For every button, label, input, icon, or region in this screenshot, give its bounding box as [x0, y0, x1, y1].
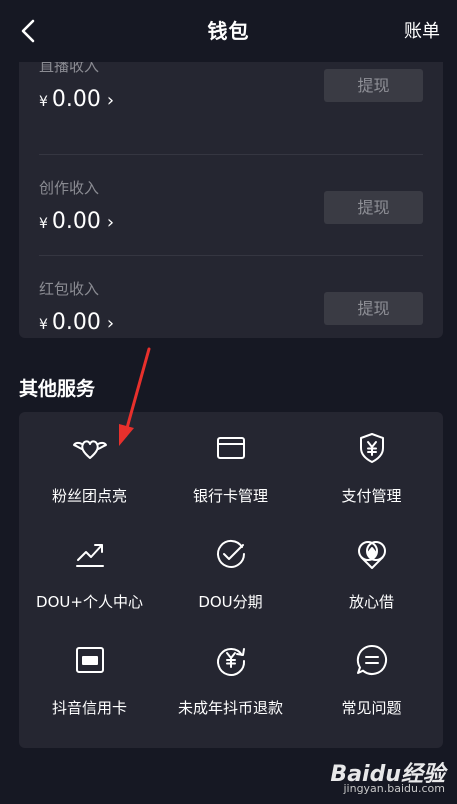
- check-circle-icon: [213, 536, 249, 572]
- service-loan[interactable]: 放心借: [301, 518, 442, 624]
- diamond-circles-icon: [354, 536, 390, 572]
- service-label: DOU分期: [198, 593, 263, 611]
- page-title: 钱包: [207, 19, 250, 43]
- amount-value: 0.00: [51, 209, 101, 234]
- amount-value: 0.00: [51, 310, 101, 335]
- income-label: 红包收入: [39, 280, 100, 298]
- currency-symbol: ¥: [39, 216, 48, 232]
- amount-value: 0.00: [51, 87, 101, 112]
- service-dou-plus[interactable]: DOU+个人中心: [19, 518, 160, 624]
- bank-card-icon: [213, 430, 249, 466]
- income-row-creation: 创作收入 ¥ 0.00 › 提现: [39, 154, 423, 255]
- withdraw-button[interactable]: 提现: [324, 191, 423, 224]
- chevron-right-icon: ›: [106, 90, 115, 111]
- service-label: DOU+个人中心: [36, 593, 143, 611]
- service-label: 常见问题: [341, 699, 402, 717]
- trend-up-icon: [72, 536, 108, 572]
- service-minor-refund[interactable]: 未成年抖币退款: [160, 624, 301, 730]
- watermark-url: jingyan.baidu.com: [343, 782, 445, 795]
- credit-card-icon: [72, 642, 108, 678]
- income-row-red-packet: 红包收入 ¥ 0.00 › 提现: [39, 255, 423, 338]
- bill-link[interactable]: 账单: [404, 17, 440, 43]
- top-bar: 钱包 账单: [0, 0, 457, 62]
- service-payment[interactable]: 支付管理: [301, 412, 442, 518]
- service-label: 支付管理: [341, 487, 402, 505]
- baidu-watermark: Baidu经验 jingyan.baidu.com: [321, 756, 445, 800]
- service-label: 银行卡管理: [192, 487, 268, 505]
- income-row-live: 直播收入 ¥ 0.00 › 提现: [39, 53, 423, 153]
- service-label: 抖音信用卡: [51, 699, 127, 717]
- section-title: 其他服务: [19, 378, 96, 400]
- yuan-refresh-icon: [213, 642, 249, 678]
- yuan-shield-icon: [354, 430, 390, 466]
- currency-symbol: ¥: [39, 317, 48, 333]
- heart-wings-icon: [72, 430, 108, 466]
- income-amount-link[interactable]: ¥ 0.00 ›: [39, 209, 114, 234]
- withdraw-button[interactable]: 提现: [324, 292, 423, 325]
- service-label: 放心借: [348, 593, 394, 611]
- withdraw-button[interactable]: 提现: [324, 69, 423, 102]
- service-label: 未成年抖币退款: [177, 699, 283, 717]
- service-fan-club[interactable]: 粉丝团点亮: [19, 412, 160, 518]
- service-dou-installment[interactable]: DOU分期: [160, 518, 301, 624]
- chevron-right-icon: ›: [106, 212, 115, 233]
- income-amount-link[interactable]: ¥ 0.00 ›: [39, 87, 114, 112]
- currency-symbol: ¥: [39, 94, 48, 110]
- service-credit-card[interactable]: 抖音信用卡: [19, 624, 160, 730]
- service-faq[interactable]: 常见问题: [301, 624, 442, 730]
- chat-bubble-icon: [354, 642, 390, 678]
- income-amount-link[interactable]: ¥ 0.00 ›: [39, 310, 114, 335]
- income-label: 创作收入: [39, 179, 100, 197]
- services-card: 粉丝团点亮 银行卡管理 支付管理 DOU+个人中心 DOU分期 放心借 抖音信用…: [19, 412, 443, 748]
- service-label: 粉丝团点亮: [51, 487, 127, 505]
- chevron-right-icon: ›: [106, 313, 115, 334]
- service-bank-card[interactable]: 银行卡管理: [160, 412, 301, 518]
- income-card: 直播收入 ¥ 0.00 › 提现 创作收入 ¥ 0.00 › 提现 红包收入 ¥…: [19, 37, 443, 338]
